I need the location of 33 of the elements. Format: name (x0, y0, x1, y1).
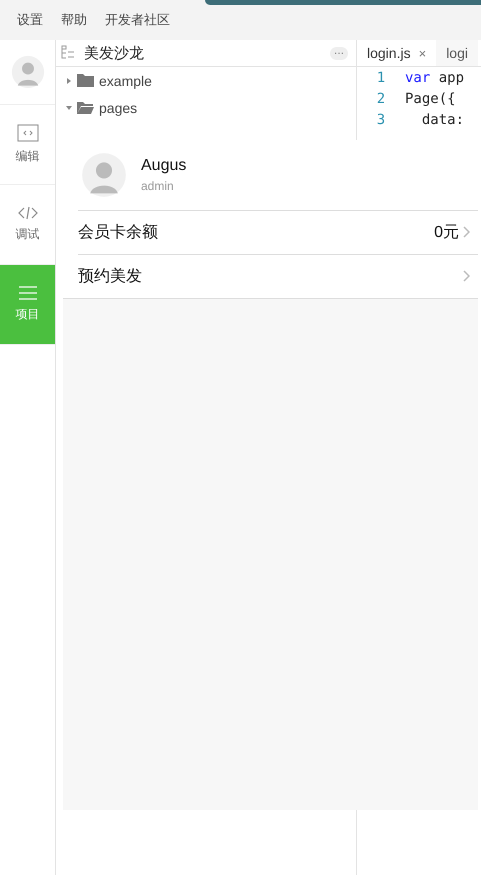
avatar-icon[interactable] (10, 55, 44, 89)
code-line: var app (405, 70, 464, 86)
tree-item[interactable]: example (99, 72, 152, 88)
menu-item[interactable]: 设置 (10, 11, 50, 29)
code-line: Page({ (405, 90, 456, 106)
project-title: 美发沙龙 (84, 44, 145, 62)
code-line: data: (420, 112, 464, 128)
row-label: 预约美发 (78, 266, 143, 286)
tree-view-icon[interactable] (60, 45, 76, 61)
menu-icon (18, 286, 36, 300)
user-role: admin (141, 179, 175, 193)
row-value: 0元 (434, 222, 459, 242)
folder-icon (77, 74, 94, 87)
menu-item[interactable]: 帮助 (54, 11, 94, 29)
list-row[interactable]: 会员卡余额 0元 (63, 210, 478, 254)
more-button[interactable]: ··· (330, 46, 348, 60)
code-window-icon (16, 124, 38, 142)
chevron-right-icon (463, 226, 470, 238)
line-number: 2 (376, 90, 386, 106)
collapsed-caret-icon[interactable] (66, 78, 72, 84)
menu-item[interactable]: 开发者社区 (98, 11, 177, 29)
chevron-right-icon (463, 270, 470, 282)
list-row[interactable]: 预约美发 (63, 254, 478, 298)
avatar-icon[interactable] (81, 152, 127, 198)
tree-item[interactable]: pages (99, 100, 138, 116)
open-folder-icon (77, 101, 94, 114)
expanded-caret-icon[interactable] (66, 104, 72, 110)
code-brackets-icon (16, 206, 38, 220)
line-number: 3 (376, 112, 386, 128)
line-number: 1 (376, 70, 386, 86)
user-name: Augus (141, 157, 186, 175)
row-label: 会员卡余额 (78, 222, 159, 242)
editor-tab[interactable]: logi (436, 40, 478, 66)
